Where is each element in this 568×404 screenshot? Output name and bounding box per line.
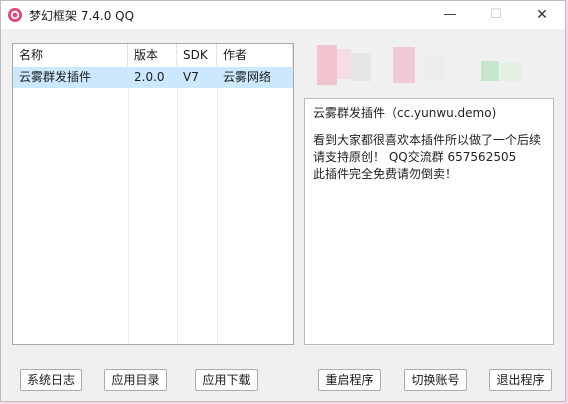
description-line: 请支持原创！ QQ交流群 657562505 [313,150,517,164]
plugin-description: 云雾群发插件（cc.yunwu.demo) 看到大家都很喜欢本插件所以做了一个后… [304,98,554,345]
row-name: 云雾群发插件 [19,70,92,84]
column-header-sdk[interactable]: SDK [177,44,217,66]
app-logo-icon [7,7,23,23]
table-row[interactable]: 云雾群发插件 2.0.0 V7 云雾网络 [13,67,293,88]
column-header-name[interactable]: 名称 [13,44,128,66]
system-log-button[interactable]: 系统日志 [20,369,82,391]
description-line: 此插件完全免费请勿倒卖！ [313,167,458,181]
column-header-version[interactable]: 版本 [128,44,177,66]
column-divider [128,66,129,344]
title-bar[interactable]: 梦幻框架 7.4.0 QQ — ☐ ✕ [1,1,565,29]
exit-button[interactable]: 退出程序 [489,369,552,391]
list-header: 名称 版本 SDK 作者 [13,44,293,66]
window-title: 梦幻框架 7.4.0 QQ [29,9,135,23]
app-download-button[interactable]: 应用下载 [195,369,258,391]
description-title: 云雾群发插件（cc.yunwu.demo) [313,106,497,120]
switch-account-button[interactable]: 切换账号 [404,369,467,391]
maximize-button[interactable]: ☐ [473,1,519,29]
app-directory-button[interactable]: 应用目录 [104,369,167,391]
plugin-list[interactable]: 名称 版本 SDK 作者 云雾群发插件 2.0.0 V7 云雾网络 [12,43,294,345]
minimize-button[interactable]: — [427,1,473,29]
column-divider [177,66,178,344]
row-sdk: V7 [183,70,199,84]
close-button[interactable]: ✕ [519,1,565,29]
row-version: 2.0.0 [134,70,165,84]
row-author: 云雾网络 [223,70,272,84]
restart-button[interactable]: 重启程序 [318,369,381,391]
column-divider [217,66,218,344]
column-header-author[interactable]: 作者 [217,44,293,66]
plugin-banner-image [305,43,553,87]
main-window: 梦幻框架 7.4.0 QQ — ☐ ✕ 名称 版本 SDK 作者 云雾群发插件 … [0,0,566,402]
description-line: 看到大家都很喜欢本插件所以做了一个后续 [313,133,542,147]
